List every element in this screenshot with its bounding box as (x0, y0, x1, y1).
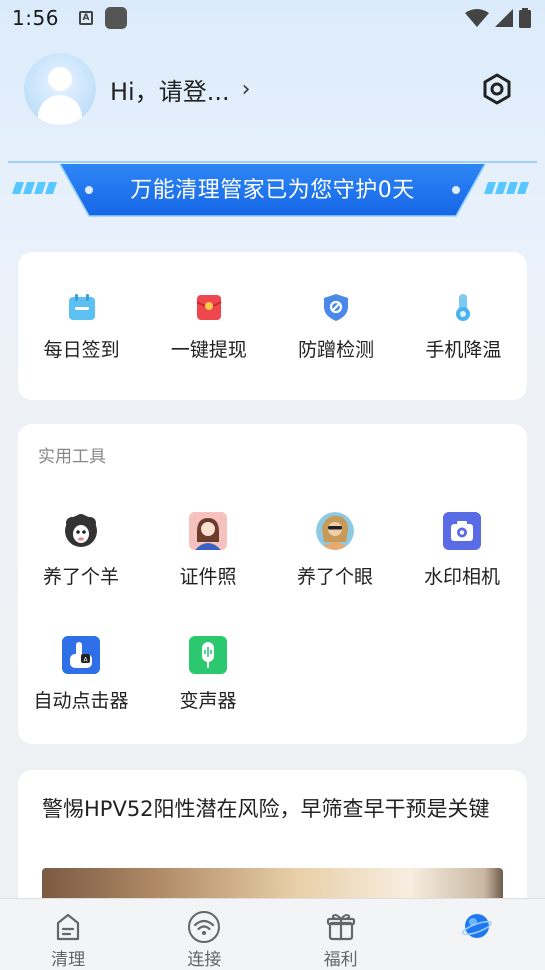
quick-actions-card: 每日签到 一键提现 防蹭检测 手机降温 (18, 252, 527, 400)
quick-action-cool-down[interactable]: 手机降温 (400, 291, 527, 362)
quick-action-label: 防蹭检测 (298, 338, 375, 361)
user-header: Hi，请登... › (24, 52, 524, 126)
voice-changer-icon (189, 636, 227, 674)
tool-id-photo[interactable]: 证件照 (145, 512, 271, 589)
portrait-icon (316, 512, 354, 550)
signal-icon (495, 9, 513, 27)
tab-label: 福利 (323, 950, 358, 970)
article-card[interactable]: 警惕HPV52阳性潜在风险，早筛查早干预是关键 (18, 770, 527, 910)
tool-watermark-camera[interactable]: 水印相机 (399, 512, 525, 589)
tool-auto-clicker[interactable]: A 自动点击器 (18, 636, 144, 713)
tab-connect[interactable]: 连接 (136, 899, 272, 970)
camera-icon (443, 512, 481, 550)
article-title[interactable]: 警惕HPV52阳性潜在风险，早筛查早干预是关键 (42, 794, 502, 825)
tool-label: 水印相机 (423, 566, 500, 588)
tools-section-title: 实用工具 (38, 447, 106, 467)
app-notification-icon (104, 7, 127, 29)
broom-icon (51, 911, 85, 943)
keyboard-notification-icon: A (78, 11, 93, 25)
thermometer-icon (447, 291, 479, 323)
bottom-tab-bar: 清理 连接 福利 (0, 898, 545, 970)
tool-label: 变声器 (179, 690, 237, 712)
tool-label: 证件照 (179, 566, 237, 588)
planet-icon (460, 911, 494, 945)
wifi-status-icon (465, 9, 489, 27)
quick-action-withdraw[interactable]: 一键提现 (145, 291, 272, 362)
tab-clean[interactable]: 清理 (0, 899, 136, 970)
quick-action-label: 手机降温 (425, 338, 502, 361)
practical-tools-card: 实用工具 养了个羊 证件照 养了个眼 水印相机 A 自动点击器 变声器 (18, 424, 527, 744)
sheep-icon (62, 512, 100, 550)
protection-banner-text: 万能清理管家已为您守护0天 (130, 178, 415, 203)
tab-welfare[interactable]: 福利 (273, 899, 409, 970)
login-greeting[interactable]: Hi，请登... (110, 72, 230, 107)
calendar-icon (66, 291, 98, 323)
protection-banner: 万能清理管家已为您守护0天 (0, 160, 545, 222)
tool-sheep-game[interactable]: 养了个羊 (18, 512, 144, 589)
avatar[interactable] (24, 53, 96, 125)
id-photo-icon (189, 512, 227, 550)
tab-label: 连接 (187, 950, 222, 970)
wifi-icon (187, 911, 221, 943)
tool-label: 自动点击器 (33, 690, 129, 712)
battery-icon (519, 8, 531, 28)
tab-discover[interactable] (409, 899, 545, 970)
auto-clicker-icon: A (62, 636, 100, 674)
tool-voice-changer[interactable]: 变声器 (145, 636, 271, 713)
tool-eye-candy[interactable]: 养了个眼 (272, 512, 398, 589)
chevron-right-icon[interactable]: › (242, 77, 251, 102)
tool-label: 养了个眼 (296, 566, 373, 588)
quick-action-label: 每日签到 (43, 338, 120, 361)
tool-label: 养了个羊 (42, 566, 119, 588)
settings-icon[interactable] (480, 72, 514, 106)
quick-action-label: 一键提现 (170, 338, 247, 361)
status-time: 1:56 (12, 6, 59, 30)
shield-icon (320, 291, 352, 323)
tab-label: 清理 (51, 950, 86, 970)
red-envelope-icon (193, 291, 225, 323)
gift-icon (324, 911, 358, 943)
quick-action-daily-checkin[interactable]: 每日签到 (18, 291, 145, 362)
quick-action-anti-leech[interactable]: 防蹭检测 (273, 291, 400, 362)
status-bar: 1:56 A (0, 0, 545, 36)
